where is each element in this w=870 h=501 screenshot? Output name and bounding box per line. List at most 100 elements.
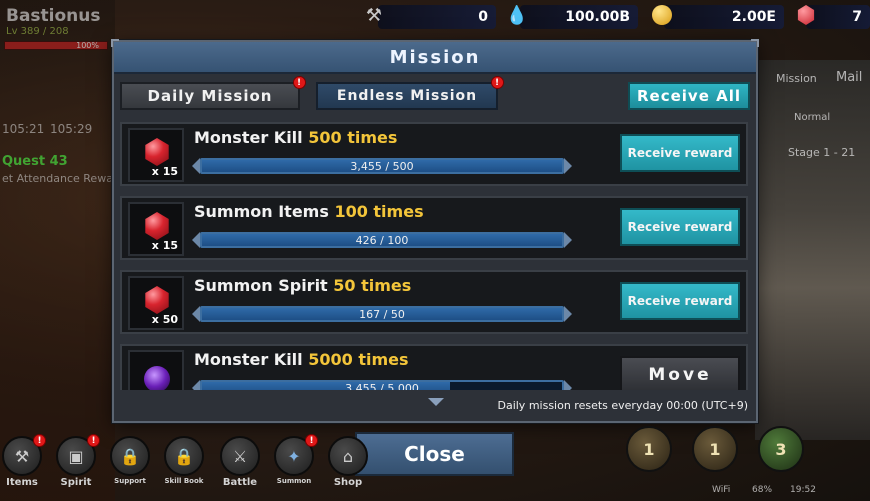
mode-label: Normal	[794, 112, 831, 123]
progress-cap-right	[564, 158, 572, 174]
quest-title[interactable]: Quest 43	[2, 154, 68, 169]
blue-drop-icon: 💧	[505, 4, 529, 26]
notification-badge: !	[87, 434, 100, 447]
reward-thumbnail: x 15	[128, 202, 184, 256]
receive-reward-button[interactable]: Receive reward	[620, 282, 740, 320]
crossed-swords-icon: ⚔	[220, 436, 260, 476]
reset-note: Daily mission resets everyday 00:00 (UTC…	[497, 399, 748, 412]
player-level: Lv 389 / 208	[6, 26, 69, 37]
player-name: Bastionus	[6, 6, 101, 26]
hp-bar: 100%	[4, 41, 108, 50]
mission-name: Monster Kill	[194, 350, 303, 369]
nav-summon[interactable]: ✦ Summon !	[272, 434, 318, 485]
red-gem-icon	[145, 138, 169, 166]
nav-skill-book[interactable]: 🔒 Skill Book	[162, 436, 206, 485]
mission-row: x 50 Summon Spirit 50 times 167 / 50 Rec…	[120, 270, 748, 334]
mission-title: Summon Spirit 50 times	[194, 276, 411, 295]
clock: 19:52	[790, 485, 816, 495]
nav-items[interactable]: ⚒ Items !	[0, 434, 46, 488]
progress-cap-left	[192, 158, 200, 174]
progress-cap-left	[192, 306, 200, 322]
battery-status: 68%	[752, 485, 773, 495]
pickaxe-icon: ⚒	[365, 4, 383, 26]
skill-slot[interactable]: 1	[626, 426, 672, 472]
progress-cap-right	[564, 232, 572, 248]
mission-target: 50 times	[333, 276, 412, 295]
mission-target: 5000 times	[308, 350, 409, 369]
notification-badge: !	[293, 76, 306, 89]
nav-battle[interactable]: ⚔ Battle	[218, 436, 262, 488]
shop-icon: ⌂	[328, 436, 368, 476]
resource-pickaxe-value: 0	[478, 9, 488, 25]
red-gem-icon	[145, 286, 169, 314]
mission-name: Monster Kill	[194, 128, 303, 147]
lock-icon: 🔒	[110, 436, 150, 476]
tab-daily-mission[interactable]: Daily Mission !	[120, 76, 306, 110]
reward-thumbnail: x 50	[128, 276, 184, 330]
receive-all-button[interactable]: Receive All	[628, 82, 750, 110]
mission-shortcut-label[interactable]: Mission	[776, 72, 817, 85]
red-gem-icon	[794, 3, 818, 27]
mission-progress-bar: 3,455 / 5,000	[200, 380, 564, 390]
nav-spirit[interactable]: ▣ Spirit !	[54, 434, 100, 488]
resource-gold-value: 2.00E	[731, 9, 776, 25]
skill-slot[interactable]: 3	[758, 426, 804, 472]
red-gem-icon	[145, 212, 169, 240]
quest-description: et Attendance Rewa	[2, 172, 113, 185]
mail-shortcut-label[interactable]: Mail	[836, 70, 862, 85]
mission-progress-bar: 3,455 / 500	[200, 158, 564, 174]
mission-row: Monster Kill 5000 times 3,455 / 5,000 Mo…	[120, 344, 748, 390]
mission-row: x 15 Summon Items 100 times 426 / 100 Re…	[120, 196, 748, 260]
notification-badge: !	[491, 76, 504, 89]
purple-orb-icon	[144, 366, 170, 390]
modal-title: Mission	[389, 46, 481, 68]
reward-quantity: x 15	[151, 239, 178, 252]
mission-progress-bar: 426 / 100	[200, 232, 564, 248]
reward-thumbnail	[128, 350, 184, 390]
nav-spirit-label: Spirit	[60, 477, 92, 488]
tab-daily-mission-label: Daily Mission	[147, 87, 273, 105]
stage-label: Stage 1 - 21	[788, 146, 856, 159]
nav-shop[interactable]: ⌂ Shop	[326, 436, 370, 488]
close-button[interactable]: Close	[355, 432, 514, 476]
nav-summon-label: Summon	[276, 477, 312, 485]
nav-skill-book-label: Skill Book	[164, 477, 204, 485]
progress-cap-right	[564, 306, 572, 322]
resource-blue-drop-value: 100.00B	[565, 9, 630, 25]
timer-1: 105:21	[2, 122, 45, 136]
mission-modal: Mission Daily Mission ! Endless Mission …	[111, 39, 759, 423]
resource-pickaxe: 0	[378, 5, 496, 29]
progress-text: 167 / 50	[359, 307, 405, 321]
tab-endless-mission-label: Endless Mission	[336, 88, 478, 104]
progress-text: 426 / 100	[355, 233, 409, 247]
scroll-down-icon[interactable]	[428, 398, 444, 406]
mission-name: Summon Items	[194, 202, 329, 221]
nav-battle-label: Battle	[222, 477, 258, 488]
mission-title: Monster Kill 500 times	[194, 128, 397, 147]
mission-list[interactable]: x 15 Monster Kill 500 times 3,455 / 500 …	[120, 122, 752, 390]
gold-coin-icon	[650, 3, 674, 27]
progress-cap-left	[192, 232, 200, 248]
reward-quantity: x 15	[151, 165, 178, 178]
resource-red-gem-value: 7	[852, 9, 862, 25]
receive-reward-button[interactable]: Receive reward	[620, 208, 740, 246]
hp-bar-text: 100%	[76, 41, 99, 50]
reward-thumbnail: x 15	[128, 128, 184, 182]
tab-endless-mission[interactable]: Endless Mission !	[316, 76, 504, 110]
move-button[interactable]: Move	[620, 356, 740, 390]
mission-title: Summon Items 100 times	[194, 202, 424, 221]
mission-row: x 15 Monster Kill 500 times 3,455 / 500 …	[120, 122, 748, 186]
timer-2: 105:29	[50, 122, 93, 136]
nav-support[interactable]: 🔒 Support	[108, 436, 152, 485]
reward-quantity: x 50	[151, 313, 178, 326]
resource-gold: 2.00E	[664, 5, 784, 29]
nav-shop-label: Shop	[333, 477, 363, 488]
mission-target: 500 times	[308, 128, 398, 147]
modal-title-bar: Mission	[114, 42, 756, 74]
skill-slot[interactable]: 1	[692, 426, 738, 472]
progress-cap-left	[192, 380, 200, 390]
receive-reward-button[interactable]: Receive reward	[620, 134, 740, 172]
nav-support-label: Support	[114, 477, 146, 485]
wifi-status: WiFi	[712, 485, 731, 495]
progress-text: 3,455 / 500	[350, 159, 414, 173]
